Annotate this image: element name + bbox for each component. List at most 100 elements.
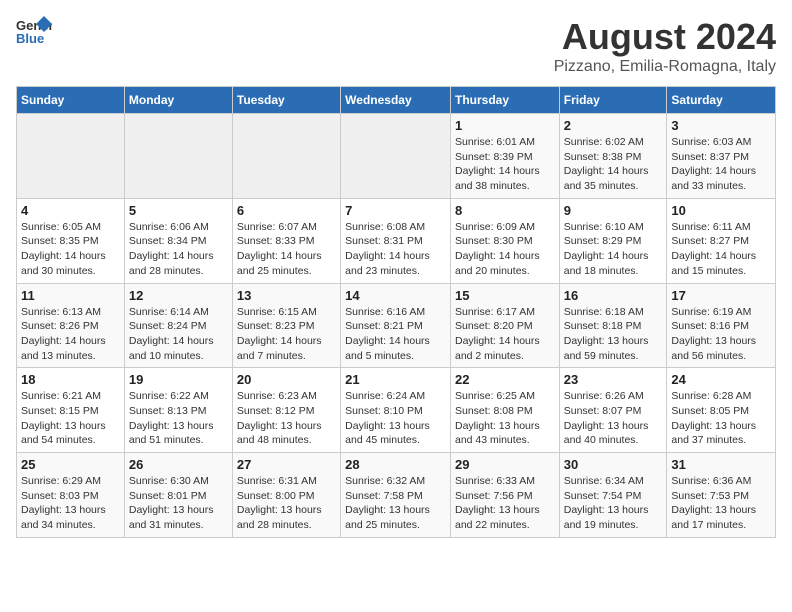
day-number: 25 (21, 457, 120, 472)
calendar-cell: 8 Sunrise: 6:09 AM Sunset: 8:30 PM Daylig… (450, 198, 559, 283)
calendar-cell: 16Sunrise: 6:18 AM Sunset: 8:18 PM Dayli… (559, 283, 667, 368)
day-info: Sunrise: 6:24 AM Sunset: 8:10 PM Dayligh… (345, 389, 446, 448)
day-number: 18 (21, 372, 120, 387)
calendar-cell: 15Sunrise: 6:17 AM Sunset: 8:20 PM Dayli… (450, 283, 559, 368)
day-info: Sunrise: 6:16 AM Sunset: 8:21 PM Dayligh… (345, 305, 446, 364)
calendar-cell (232, 114, 340, 199)
calendar-cell: 3 Sunrise: 6:03 AM Sunset: 8:37 PM Daylig… (667, 114, 776, 199)
day-number: 7 (345, 203, 446, 218)
calendar-cell: 2 Sunrise: 6:02 AM Sunset: 8:38 PM Daylig… (559, 114, 667, 199)
calendar-cell: 14 Sunrise: 6:16 AM Sunset: 8:21 PM Dayli… (341, 283, 451, 368)
calendar-cell: 1 Sunrise: 6:01 AM Sunset: 8:39 PM Daylig… (450, 114, 559, 199)
calendar-cell: 19Sunrise: 6:22 AM Sunset: 8:13 PM Dayli… (124, 368, 232, 453)
day-number: 24 (671, 372, 771, 387)
day-number: 26 (129, 457, 228, 472)
day-number: 27 (237, 457, 336, 472)
calendar-cell: 21Sunrise: 6:24 AM Sunset: 8:10 PM Dayli… (341, 368, 451, 453)
day-info: Sunrise: 6:23 AM Sunset: 8:12 PM Dayligh… (237, 389, 336, 448)
day-number: 20 (237, 372, 336, 387)
day-number: 14 (345, 288, 446, 303)
calendar-cell: 22Sunrise: 6:25 AM Sunset: 8:08 PM Dayli… (450, 368, 559, 453)
day-number: 8 (455, 203, 555, 218)
calendar-cell: 10Sunrise: 6:11 AM Sunset: 8:27 PM Dayli… (667, 198, 776, 283)
day-info: Sunrise: 6:01 AM Sunset: 8:39 PM Dayligh… (455, 135, 555, 194)
calendar-cell: 7 Sunrise: 6:08 AM Sunset: 8:31 PM Daylig… (341, 198, 451, 283)
calendar-cell: 20 Sunrise: 6:23 AM Sunset: 8:12 PM Dayli… (232, 368, 340, 453)
calendar-cell: 25 Sunrise: 6:29 AM Sunset: 8:03 PM Dayli… (17, 453, 125, 538)
calendar-cell: 26 Sunrise: 6:30 AM Sunset: 8:01 PM Dayli… (124, 453, 232, 538)
weekday-header-sunday: Sunday (17, 87, 125, 114)
day-number: 31 (671, 457, 771, 472)
calendar-cell: 31 Sunrise: 6:36 AM Sunset: 7:53 PM Dayli… (667, 453, 776, 538)
page-header: General Blue August 2024 Pizzano, Emilia… (16, 16, 776, 76)
day-info: Sunrise: 6:31 AM Sunset: 8:00 PM Dayligh… (237, 474, 336, 533)
day-info: Sunrise: 6:33 AM Sunset: 7:56 PM Dayligh… (455, 474, 555, 533)
day-info: Sunrise: 6:25 AM Sunset: 8:08 PM Dayligh… (455, 389, 555, 448)
day-info: Sunrise: 6:18 AM Sunset: 8:18 PM Dayligh… (564, 305, 663, 364)
day-info: Sunrise: 6:06 AM Sunset: 8:34 PM Dayligh… (129, 220, 228, 279)
day-info: Sunrise: 6:26 AM Sunset: 8:07 PM Dayligh… (564, 389, 663, 448)
calendar-cell: 18 Sunrise: 6:21 AM Sunset: 8:15 PM Dayli… (17, 368, 125, 453)
logo-icon: General Blue (16, 16, 52, 46)
calendar-table: SundayMondayTuesdayWednesdayThursdayFrid… (16, 86, 776, 538)
calendar-cell: 23 Sunrise: 6:26 AM Sunset: 8:07 PM Dayli… (559, 368, 667, 453)
day-number: 28 (345, 457, 446, 472)
day-number: 12 (129, 288, 228, 303)
svg-text:Blue: Blue (16, 31, 44, 46)
day-number: 29 (455, 457, 555, 472)
day-info: Sunrise: 6:22 AM Sunset: 8:13 PM Dayligh… (129, 389, 228, 448)
day-info: Sunrise: 6:14 AM Sunset: 8:24 PM Dayligh… (129, 305, 228, 364)
calendar-cell: 27 Sunrise: 6:31 AM Sunset: 8:00 PM Dayli… (232, 453, 340, 538)
day-info: Sunrise: 6:19 AM Sunset: 8:16 PM Dayligh… (671, 305, 771, 364)
weekday-header-monday: Monday (124, 87, 232, 114)
day-number: 13 (237, 288, 336, 303)
day-info: Sunrise: 6:36 AM Sunset: 7:53 PM Dayligh… (671, 474, 771, 533)
day-number: 17 (671, 288, 771, 303)
logo: General Blue (16, 16, 52, 46)
day-info: Sunrise: 6:03 AM Sunset: 8:37 PM Dayligh… (671, 135, 771, 194)
calendar-cell: 4 Sunrise: 6:05 AM Sunset: 8:35 PM Daylig… (17, 198, 125, 283)
calendar-cell: 17 Sunrise: 6:19 AM Sunset: 8:16 PM Dayli… (667, 283, 776, 368)
day-number: 30 (564, 457, 663, 472)
day-info: Sunrise: 6:09 AM Sunset: 8:30 PM Dayligh… (455, 220, 555, 279)
day-info: Sunrise: 6:07 AM Sunset: 8:33 PM Dayligh… (237, 220, 336, 279)
day-number: 3 (671, 118, 771, 133)
day-number: 11 (21, 288, 120, 303)
page-subtitle: Pizzano, Emilia-Romagna, Italy (554, 58, 776, 76)
day-info: Sunrise: 6:34 AM Sunset: 7:54 PM Dayligh… (564, 474, 663, 533)
weekday-header-friday: Friday (559, 87, 667, 114)
day-info: Sunrise: 6:32 AM Sunset: 7:58 PM Dayligh… (345, 474, 446, 533)
weekday-header-wednesday: Wednesday (341, 87, 451, 114)
calendar-cell: 28 Sunrise: 6:32 AM Sunset: 7:58 PM Dayli… (341, 453, 451, 538)
day-info: Sunrise: 6:29 AM Sunset: 8:03 PM Dayligh… (21, 474, 120, 533)
day-number: 23 (564, 372, 663, 387)
calendar-cell: 11 Sunrise: 6:13 AM Sunset: 8:26 PM Dayli… (17, 283, 125, 368)
day-number: 9 (564, 203, 663, 218)
calendar-cell (341, 114, 451, 199)
weekday-header-saturday: Saturday (667, 87, 776, 114)
calendar-cell: 13 Sunrise: 6:15 AM Sunset: 8:23 PM Dayli… (232, 283, 340, 368)
day-number: 15 (455, 288, 555, 303)
page-title: August 2024 (554, 16, 776, 58)
calendar-cell: 12 Sunrise: 6:14 AM Sunset: 8:24 PM Dayli… (124, 283, 232, 368)
calendar-cell: 24 Sunrise: 6:28 AM Sunset: 8:05 PM Dayli… (667, 368, 776, 453)
day-info: Sunrise: 6:05 AM Sunset: 8:35 PM Dayligh… (21, 220, 120, 279)
title-area: August 2024 Pizzano, Emilia-Romagna, Ita… (554, 16, 776, 76)
day-info: Sunrise: 6:15 AM Sunset: 8:23 PM Dayligh… (237, 305, 336, 364)
day-info: Sunrise: 6:13 AM Sunset: 8:26 PM Dayligh… (21, 305, 120, 364)
day-info: Sunrise: 6:30 AM Sunset: 8:01 PM Dayligh… (129, 474, 228, 533)
day-info: Sunrise: 6:21 AM Sunset: 8:15 PM Dayligh… (21, 389, 120, 448)
day-info: Sunrise: 6:08 AM Sunset: 8:31 PM Dayligh… (345, 220, 446, 279)
calendar-cell: 29 Sunrise: 6:33 AM Sunset: 7:56 PM Dayli… (450, 453, 559, 538)
day-info: Sunrise: 6:28 AM Sunset: 8:05 PM Dayligh… (671, 389, 771, 448)
day-number: 4 (21, 203, 120, 218)
day-number: 10 (671, 203, 771, 218)
day-number: 5 (129, 203, 228, 218)
calendar-cell: 5 Sunrise: 6:06 AM Sunset: 8:34 PM Daylig… (124, 198, 232, 283)
calendar-cell: 30 Sunrise: 6:34 AM Sunset: 7:54 PM Dayli… (559, 453, 667, 538)
day-info: Sunrise: 6:02 AM Sunset: 8:38 PM Dayligh… (564, 135, 663, 194)
weekday-header-thursday: Thursday (450, 87, 559, 114)
day-number: 2 (564, 118, 663, 133)
day-number: 1 (455, 118, 555, 133)
calendar-cell: 9Sunrise: 6:10 AM Sunset: 8:29 PM Daylig… (559, 198, 667, 283)
